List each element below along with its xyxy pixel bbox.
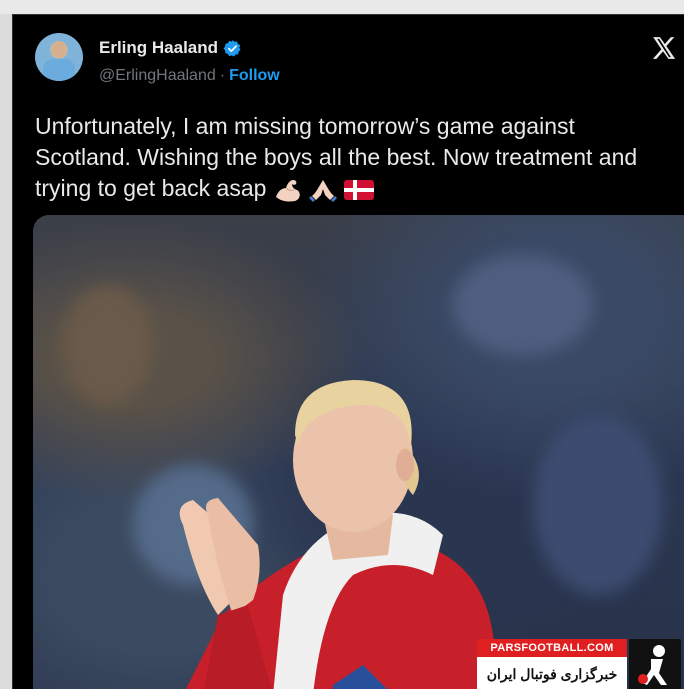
avatar-head [52,41,66,58]
denmark-flag-icon [343,179,374,200]
watermark-persian-label: خبرگزاری فوتبال ایران [477,657,627,689]
handle[interactable]: @ErlingHaaland [99,67,216,85]
browser-top-strip [0,0,684,14]
tweet-text: Unfortunately, I am missing tomorrow’s g… [35,113,638,201]
tweet-card: Erling Haaland @ErlingHaaland · Follow U… [12,14,684,689]
author-name-row: Erling Haaland [99,38,242,58]
separator-dot: · [219,67,226,84]
avatar[interactable] [35,33,83,81]
handle-row: @ErlingHaaland · Follow [99,67,280,85]
player-figure [179,380,502,689]
verified-badge-icon [223,39,241,56]
watermark: PARSFOOTBALL.COM خبرگزاری فوتبال ایران [477,639,681,689]
avatar-shirt [43,59,75,81]
x-logo-icon[interactable] [651,35,677,61]
follow-button[interactable]: Follow [229,67,280,85]
parsfootball-logo-icon [629,639,681,689]
watermark-site: PARSFOOTBALL.COM [477,639,627,657]
tweet-text-block: Unfortunately, I am missing tomorrow’s g… [35,111,665,204]
folded-hands-icon [309,179,338,202]
display-name[interactable]: Erling Haaland [99,38,218,58]
flexed-biceps-icon [275,179,300,202]
tweet-photo[interactable]: PARSFOOTBALL.COM خبرگزاری فوتبال ایران [33,215,684,689]
